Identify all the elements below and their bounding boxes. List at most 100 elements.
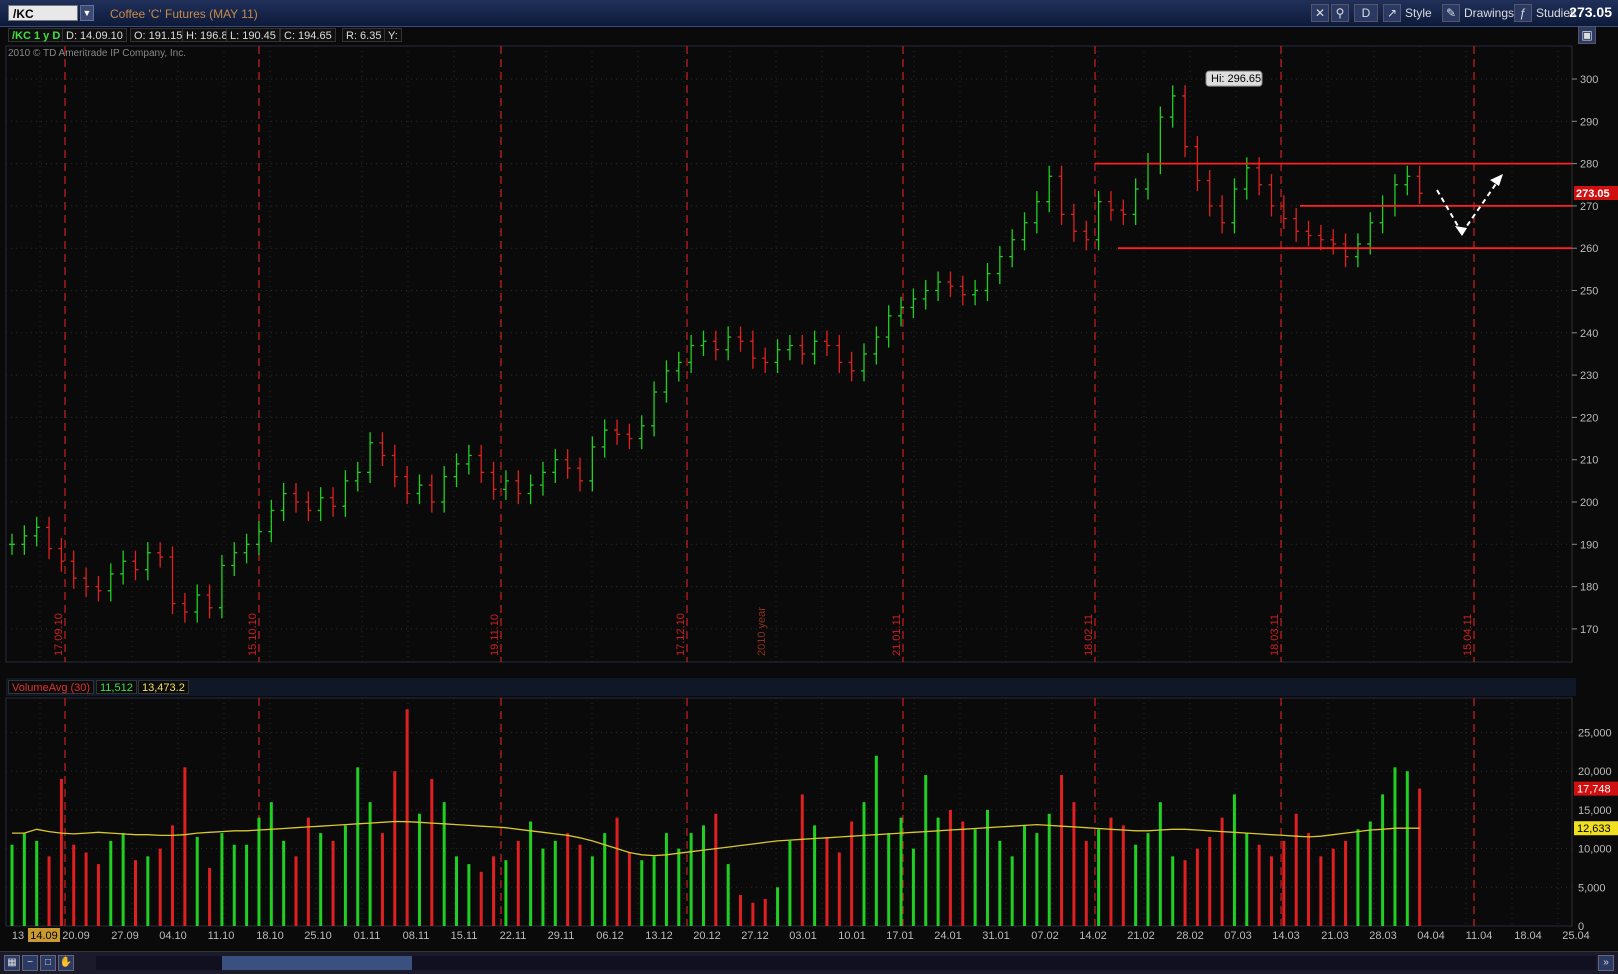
date-axis-label: 01.11 <box>354 930 381 942</box>
month-label: 17.12.10 <box>675 613 687 656</box>
date-axis-label: 18.10 <box>256 930 284 942</box>
date-axis-label: 11.10 <box>208 930 235 942</box>
scrollbar-thumb[interactable] <box>222 956 412 970</box>
volume-bar <box>22 833 26 926</box>
price-chart[interactable]: 300 290 280 270 260 250 240 230 220 210 200 190 180 1… <box>0 0 1618 973</box>
month-label: 15.10.10 <box>247 613 259 656</box>
volume-bar <box>1393 767 1397 926</box>
volume-bar <box>1097 829 1101 926</box>
volume-bar <box>1232 794 1236 926</box>
zoom-in-icon[interactable]: □ <box>40 955 56 971</box>
date-axis-label: 17.01 <box>886 930 914 942</box>
volume-bar <box>1035 833 1039 926</box>
high-label: Hi: 296.65 <box>1211 73 1261 85</box>
volume-bar <box>467 864 471 926</box>
price-axis-label: 180 <box>1580 582 1598 594</box>
price-axis-label: 280 <box>1580 159 1598 171</box>
volume-bar <box>84 852 88 926</box>
volume-bar <box>442 802 446 926</box>
date-axis-label: 22.11 <box>500 930 527 942</box>
volume-bar <box>1047 813 1051 926</box>
date-axis-label: 28.02 <box>1176 930 1204 942</box>
price-axis-label: 300 <box>1580 74 1598 86</box>
volume-bar <box>862 802 866 926</box>
date-axis-label: 21.02 <box>1127 930 1155 942</box>
price-axis-label: 220 <box>1580 412 1598 424</box>
price-axis-label: 230 <box>1580 370 1598 382</box>
volume-bar <box>294 856 298 926</box>
volume-bar <box>1307 833 1311 926</box>
date-axis-label: 13.12 <box>645 930 673 942</box>
volume-bar <box>1269 856 1273 926</box>
price-axis-label: 240 <box>1580 328 1598 340</box>
volume-bar <box>1208 836 1212 926</box>
volume-bar <box>578 844 582 926</box>
volume-bar <box>356 767 360 926</box>
date-axis-label: 14.03 <box>1272 930 1300 942</box>
volume-bar <box>455 856 459 926</box>
volume-bar <box>1381 794 1385 926</box>
date-axis-label: 20.09 <box>62 930 90 942</box>
pan-icon[interactable]: ✋ <box>58 955 74 971</box>
volume-bar <box>504 860 508 926</box>
volume-bar <box>1418 788 1422 926</box>
zoom-out-icon[interactable]: − <box>22 955 38 971</box>
volume-bar <box>1405 771 1409 926</box>
volume-bar <box>121 833 125 926</box>
date-axis-label: 24.01 <box>934 930 962 942</box>
volume-bar <box>850 821 854 926</box>
date-axis-label: 20.12 <box>693 930 721 942</box>
date-axis-label: 14.09 <box>30 930 58 942</box>
month-label: 2010 year <box>756 607 768 656</box>
volume-bar <box>973 829 977 926</box>
volume-bar <box>10 844 14 926</box>
volume-bar <box>640 860 644 926</box>
volume-bar <box>393 771 397 926</box>
volume-bar <box>726 864 730 926</box>
volume-bar <box>1158 802 1162 926</box>
volume-bar <box>319 833 323 926</box>
date-axis-label: 06.12 <box>596 930 624 942</box>
date-axis-label: 18.04 <box>1514 930 1542 942</box>
volume-bar <box>405 709 409 926</box>
volume-bar <box>899 817 903 926</box>
volume-bar <box>492 856 496 926</box>
volume-bar <box>1356 829 1360 926</box>
volume-bar <box>1109 817 1113 926</box>
volume-bar <box>603 833 607 926</box>
price-axis-label: 250 <box>1580 286 1598 298</box>
volume-bar <box>220 833 224 926</box>
date-axis-label: 03.01 <box>789 930 817 942</box>
volume-bar <box>1023 825 1027 926</box>
date-axis-label: 27.09 <box>111 930 139 942</box>
volume-bar <box>430 778 434 926</box>
volume-bar <box>146 856 150 926</box>
volume-bar <box>343 825 347 926</box>
date-axis-label: 04.04 <box>1417 930 1445 942</box>
date-axis-label: 11.04 <box>1466 930 1493 942</box>
volume-bar <box>72 844 76 926</box>
volume-study-label[interactable]: VolumeAvg (30) <box>8 680 95 694</box>
volume-bar <box>208 867 212 926</box>
grid-icon[interactable]: ▦ <box>4 955 20 971</box>
volume-bar <box>948 809 952 926</box>
volume-bar <box>171 825 175 926</box>
volume-bar <box>282 840 286 926</box>
volume-bar <box>183 767 187 926</box>
volume-avg-value: 13,473.2 <box>138 680 189 694</box>
volume-bar <box>1183 860 1187 926</box>
date-axis-label: 15.11 <box>451 930 478 942</box>
volume-bar <box>417 813 421 926</box>
volume-bar <box>541 848 545 926</box>
volume-bar <box>961 821 965 926</box>
scroll-right-icon[interactable]: » <box>1598 955 1614 971</box>
volume-bar <box>516 840 520 926</box>
month-label: 18.03.11 <box>1269 614 1281 656</box>
volume-bar <box>936 817 940 926</box>
volume-bar <box>566 833 570 926</box>
volume-bar <box>924 775 928 926</box>
date-axis-label: 25.04 <box>1562 930 1590 942</box>
volume-axis-label: 20,000 <box>1578 766 1612 778</box>
date-axis-label: 28.03 <box>1369 930 1397 942</box>
volume-bar <box>1060 775 1064 926</box>
